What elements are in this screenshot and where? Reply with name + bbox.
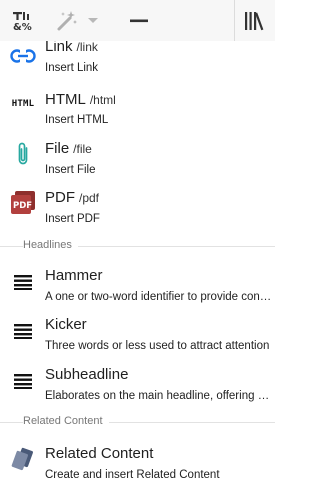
menu-item-related-content[interactable]: Related Content Create and insert Relate… [0, 439, 275, 487]
menu-item-title: Hammer [45, 267, 103, 284]
link-icon [9, 42, 37, 70]
menu-item-description: A one or two-word identifier to provide … [45, 291, 273, 303]
slash-command: /file [73, 142, 92, 156]
menu-item-title: Kicker [45, 316, 87, 333]
section-label: Headlines [23, 239, 78, 251]
menu-item-hammer[interactable]: Hammer A one or two-word identifier to p… [0, 263, 275, 311]
svg-text:PDF: PDF [13, 201, 32, 211]
menu-item-subheadline[interactable]: Subheadline Elaborates on the main headl… [0, 361, 275, 409]
menu-item-description: Three words or less used to attract atte… [45, 340, 270, 352]
menu-item-html[interactable]: HTML HTML/html Insert HTML [0, 88, 275, 136]
menu-item-description: Insert HTML [45, 114, 109, 126]
slash-command: /pdf [79, 191, 100, 205]
menu-item-title: HTML/html [45, 91, 116, 108]
text-lines-icon [9, 317, 37, 345]
slash-command: /html [89, 93, 116, 107]
menu-item-description: Insert Link [45, 62, 99, 74]
text-lines-icon [9, 367, 37, 395]
menu-item-pdf[interactable]: PDF PDF/pdf Insert PDF [0, 186, 275, 234]
menu-item-title: Link/link [45, 41, 98, 55]
insert-block-menu: Link/link Insert Link HTML HTML/html Ins… [0, 41, 275, 489]
menu-item-description: Create and insert Related Content [45, 469, 220, 481]
menu-item-link[interactable]: Link/link Insert Link [0, 41, 275, 86]
pdf-icon: PDF [9, 189, 37, 217]
text-lines-icon [9, 268, 37, 296]
editor-toolbar: &% [0, 0, 275, 42]
menu-item-title: Related Content [45, 445, 154, 462]
text-format-icon[interactable]: &% [6, 0, 38, 41]
toolbar-divider [234, 0, 235, 41]
html-icon: HTML [11, 99, 35, 109]
chevron-down-icon[interactable] [84, 0, 102, 41]
menu-item-description: Elaborates on the main headline, offerin… [45, 390, 273, 402]
menu-item-description: Insert File [45, 164, 96, 176]
section-header-headlines: Headlines [0, 239, 275, 255]
section-label: Related Content [23, 415, 109, 427]
menu-item-file[interactable]: File/file Insert File [0, 137, 275, 185]
section-header-related-content: Related Content [0, 415, 275, 431]
menu-item-title: PDF/pdf [45, 189, 100, 206]
menu-item-kicker[interactable]: Kicker Three words or less used to attra… [0, 312, 275, 360]
library-icon[interactable] [240, 0, 270, 41]
slash-command: /link [76, 41, 98, 54]
magic-wand-icon[interactable] [52, 0, 82, 41]
paperclip-icon [9, 140, 37, 168]
menu-item-description: Insert PDF [45, 213, 100, 225]
related-content-icon [9, 445, 37, 473]
menu-item-title: Subheadline [45, 366, 129, 383]
horizontal-rule-icon[interactable] [124, 0, 154, 41]
svg-text:&%: &% [13, 22, 32, 32]
menu-item-title: File/file [45, 140, 92, 157]
